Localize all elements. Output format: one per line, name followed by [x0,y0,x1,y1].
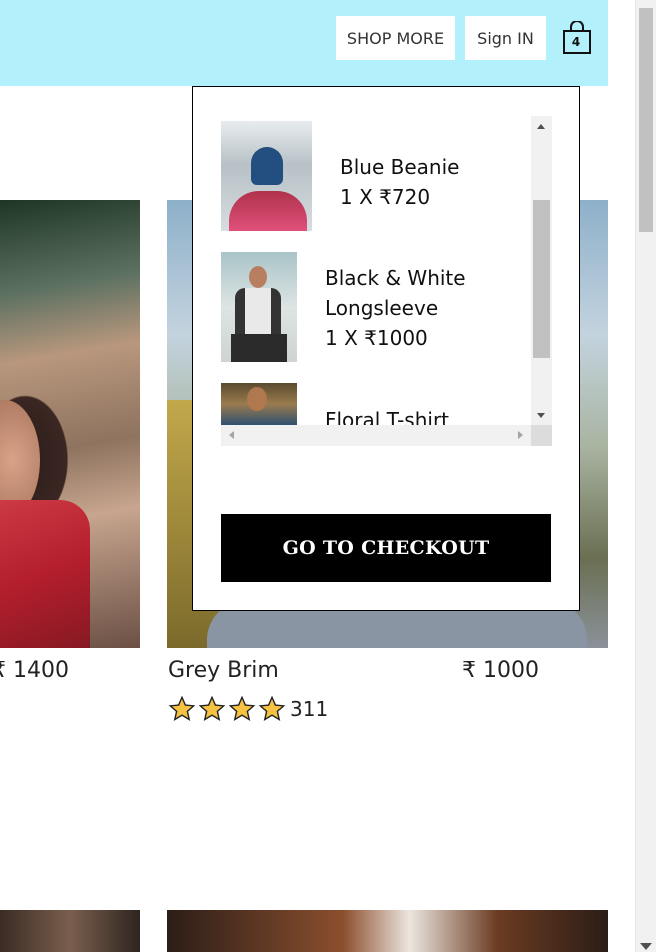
scrollbar-corner [531,425,552,446]
page-scrollbar-thumb[interactable] [639,8,653,232]
star-icon [168,695,196,721]
product-image-left[interactable] [0,200,140,648]
shopping-bag-icon[interactable]: 4 [561,20,593,55]
product-name-grey-brim[interactable]: Grey Brim [168,658,279,683]
cart-item: Black & White Longsleeve 1 X ₹1000 [221,252,531,362]
sign-in-button[interactable]: Sign IN [465,16,546,60]
cart-item-image [221,383,297,425]
cart-item-qty-price: 1 X ₹720 [340,185,431,209]
star-icon [198,695,226,721]
cart-item-name-line2: Longsleeve [325,296,439,320]
scroll-down-arrow-icon[interactable] [640,943,652,950]
star-icon [258,695,286,721]
scrollbar-thumb[interactable] [533,200,550,358]
cart-horizontal-scrollbar[interactable] [221,425,531,446]
cart-item: Floral T-shirt [221,383,531,425]
cart-item-name: Floral T-shirt [325,408,450,425]
shop-more-button[interactable]: SHOP MORE [336,16,455,60]
cart-dropdown: Blue Beanie 1 X ₹720 Black & White Longs… [192,86,580,611]
product-image-bottom-left[interactable] [0,910,140,952]
cart-vertical-scrollbar[interactable] [531,116,552,426]
cart-items-list[interactable]: Blue Beanie 1 X ₹720 Black & White Longs… [221,116,551,446]
product-rating: 311 [168,695,328,723]
cart-item: Blue Beanie 1 X ₹720 [221,121,531,231]
product-price-grey-brim: ₹ 1000 [462,658,539,683]
star-icon [228,695,256,721]
scroll-down-arrow-icon[interactable] [537,413,545,418]
cart-item-image [221,252,297,362]
cart-item-name: Blue Beanie [340,155,460,179]
cart-item-image [221,121,312,231]
scroll-right-arrow-icon[interactable] [518,431,523,439]
review-count: 311 [290,697,329,721]
go-to-checkout-button[interactable]: GO TO CHECKOUT [221,514,551,582]
product-price-left: ₹ 1400 [0,658,69,683]
scroll-left-arrow-icon[interactable] [229,431,234,439]
scroll-up-arrow-icon[interactable] [537,124,545,129]
page-scrollbar[interactable] [635,0,656,952]
cart-count-badge: 4 [571,35,581,49]
top-header: SHOP MORE Sign IN 4 [0,0,608,86]
cart-item-name: Black & White [325,266,466,290]
cart-item-qty-price: 1 X ₹1000 [325,326,428,350]
product-image-bottom-right[interactable] [167,910,608,952]
